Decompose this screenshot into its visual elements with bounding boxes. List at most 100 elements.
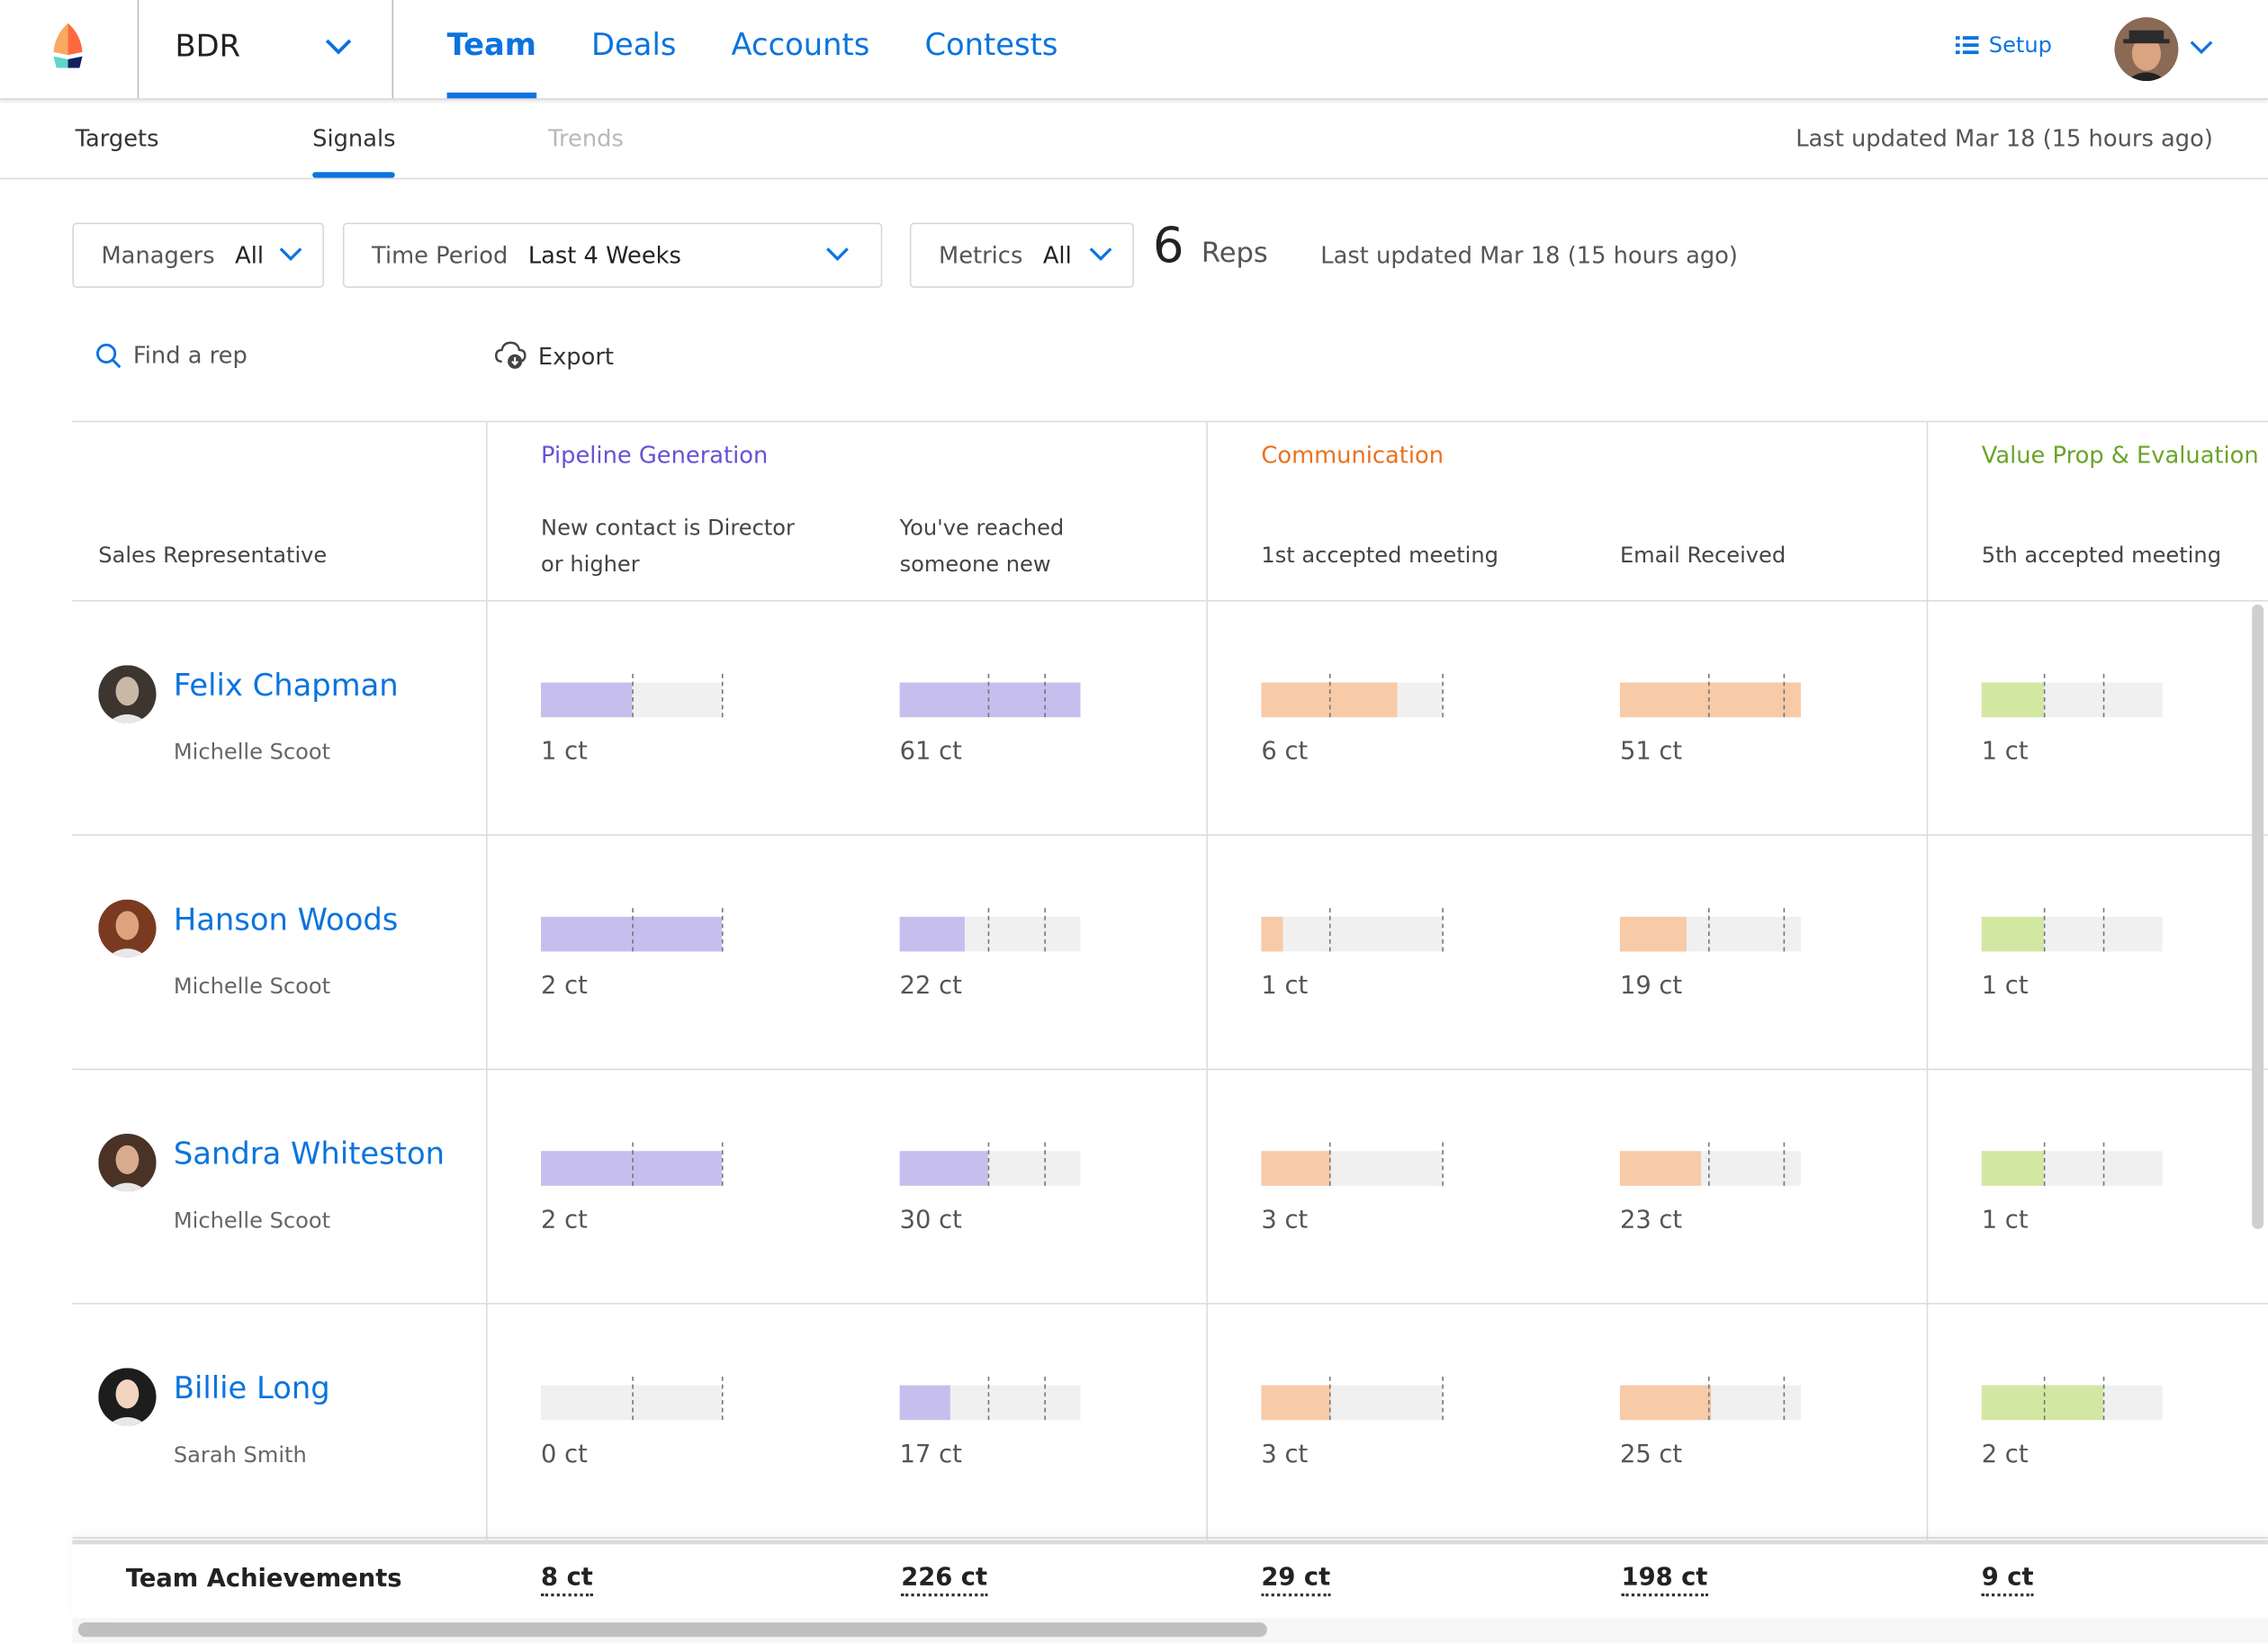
progress-bar-fill bbox=[1619, 1151, 1702, 1186]
horizontal-scrollbar[interactable] bbox=[72, 1618, 2268, 1643]
progress-bar bbox=[541, 1142, 724, 1186]
progress-bar-fill bbox=[1261, 916, 1283, 952]
team-total[interactable]: 226 ct bbox=[901, 1565, 988, 1597]
top-navigation-bar: BDR Team Deals Accounts Contests Setup bbox=[0, 0, 2268, 100]
app-root: BDR Team Deals Accounts Contests Setup T… bbox=[0, 0, 2268, 1643]
metric-header[interactable]: 5th accepted meeting bbox=[1982, 538, 2221, 574]
progress-bar bbox=[1619, 908, 1801, 952]
metric-value: 23 ct bbox=[1619, 1206, 1683, 1235]
time-period-filter-label: Time Period bbox=[372, 241, 508, 269]
filters-last-updated: Last updated Mar 18 (15 hours ago) bbox=[1320, 241, 1738, 269]
nav-tab-contests[interactable]: Contests bbox=[924, 0, 1058, 98]
target-marker bbox=[1328, 673, 1331, 718]
reps-count-number: 6 bbox=[1152, 217, 1184, 275]
chevron-down-icon bbox=[826, 247, 849, 261]
target-marker bbox=[721, 673, 724, 718]
nav-tab-accounts[interactable]: Accounts bbox=[732, 0, 870, 98]
team-total[interactable]: 8 ct bbox=[541, 1565, 593, 1597]
rep-avatar bbox=[98, 665, 157, 723]
target-marker bbox=[1044, 1376, 1046, 1421]
rep-name-link[interactable]: Billie Long bbox=[174, 1371, 330, 1406]
progress-bar bbox=[899, 1142, 1081, 1186]
team-total[interactable]: 198 ct bbox=[1621, 1565, 1708, 1597]
target-marker bbox=[631, 908, 634, 952]
progress-bar bbox=[1981, 1376, 2163, 1421]
rep-avatar bbox=[98, 899, 157, 957]
progress-bar bbox=[1619, 1142, 1801, 1186]
rep-name-link[interactable]: Sandra Whiteston bbox=[174, 1136, 445, 1172]
metric-value: 1 ct bbox=[1981, 737, 2029, 767]
progress-bar bbox=[899, 1376, 1081, 1421]
team-total[interactable]: 29 ct bbox=[1261, 1565, 1331, 1597]
setup-button[interactable]: Setup bbox=[1955, 31, 2052, 58]
metric-header[interactable]: New contact is Director or higher bbox=[541, 510, 801, 582]
export-label: Export bbox=[537, 342, 615, 370]
metric-cell: 2 ct bbox=[541, 1142, 724, 1234]
table-row: Hanson Woods Michelle Scoot 2 ct 22 ct 1… bbox=[72, 836, 2268, 1071]
nav-tab-team[interactable]: Team bbox=[446, 0, 536, 99]
rep-column-header[interactable]: Sales Representative bbox=[98, 538, 327, 574]
managers-filter-value: All bbox=[235, 241, 264, 269]
metric-value: 2 ct bbox=[541, 1206, 588, 1235]
team-achievements-label: Team Achievements bbox=[125, 1564, 402, 1594]
target-marker bbox=[631, 673, 634, 718]
metric-value: 25 ct bbox=[1619, 1440, 1683, 1469]
sailboat-logo-icon[interactable] bbox=[50, 22, 87, 69]
target-marker bbox=[1782, 673, 1785, 718]
subtab-trends: Trends bbox=[548, 124, 624, 152]
target-marker bbox=[1044, 908, 1046, 952]
main-nav: Team Deals Accounts Contests bbox=[446, 0, 1058, 99]
target-marker bbox=[1782, 908, 1785, 952]
metric-value: 22 ct bbox=[899, 971, 962, 1001]
target-marker bbox=[1328, 1142, 1331, 1186]
progress-bar bbox=[541, 908, 724, 952]
metric-value: 6 ct bbox=[1261, 737, 1309, 767]
metric-value: 3 ct bbox=[1261, 1206, 1309, 1235]
rep-photo-icon bbox=[98, 1368, 157, 1426]
team-total[interactable]: 9 ct bbox=[1981, 1565, 2034, 1597]
target-marker bbox=[2102, 673, 2104, 718]
user-avatar[interactable] bbox=[2114, 17, 2179, 81]
target-marker bbox=[1708, 1142, 1710, 1186]
metric-cell: 3 ct bbox=[1261, 1376, 1444, 1469]
metric-value: 17 ct bbox=[899, 1440, 962, 1469]
target-marker bbox=[2102, 1376, 2104, 1421]
progress-bar-fill bbox=[1619, 1385, 1711, 1421]
search-icon bbox=[96, 343, 122, 368]
progress-bar-fill bbox=[1981, 916, 2044, 952]
metric-cell: 25 ct bbox=[1619, 1376, 1801, 1469]
progress-bar bbox=[899, 908, 1081, 952]
metrics-filter[interactable]: Metrics All bbox=[909, 222, 1134, 288]
rep-name-link[interactable]: Hanson Woods bbox=[174, 902, 399, 938]
target-marker bbox=[1328, 1376, 1331, 1421]
team-selector[interactable]: BDR bbox=[139, 0, 392, 98]
metric-header[interactable]: Email Received bbox=[1620, 538, 1786, 574]
export-button[interactable]: Export bbox=[495, 341, 614, 370]
time-period-filter[interactable]: Time Period Last 4 Weeks bbox=[342, 222, 883, 288]
subtab-targets[interactable]: Targets bbox=[76, 124, 159, 152]
progress-bar bbox=[1981, 1142, 2163, 1186]
target-marker bbox=[2043, 908, 2045, 952]
table-row: Sandra Whiteston Michelle Scoot 2 ct 30 … bbox=[72, 1070, 2268, 1305]
progress-bar bbox=[899, 673, 1081, 718]
find-rep-search[interactable]: Find a rep bbox=[95, 341, 248, 369]
metric-value: 3 ct bbox=[1261, 1440, 1309, 1469]
target-marker bbox=[988, 1376, 990, 1421]
progress-bar bbox=[1261, 1142, 1444, 1186]
subtab-signals[interactable]: Signals bbox=[312, 124, 397, 178]
metric-cell: 51 ct bbox=[1619, 673, 1801, 767]
horizontal-scrollbar-thumb[interactable] bbox=[77, 1622, 1267, 1638]
metric-value: 30 ct bbox=[899, 1206, 962, 1235]
progress-bar-fill bbox=[899, 1385, 950, 1421]
chevron-down-icon[interactable] bbox=[2190, 40, 2213, 55]
nav-tab-deals[interactable]: Deals bbox=[591, 0, 676, 98]
vertical-scrollbar[interactable] bbox=[2252, 604, 2264, 1230]
metric-header[interactable]: 1st accepted meeting bbox=[1261, 538, 1498, 574]
target-marker bbox=[1708, 673, 1710, 718]
managers-filter[interactable]: Managers All bbox=[72, 222, 324, 288]
progress-bar bbox=[541, 1376, 724, 1421]
metric-header[interactable]: You've reached someone new bbox=[900, 510, 1088, 582]
target-marker bbox=[2102, 908, 2104, 952]
metric-cell: 30 ct bbox=[899, 1142, 1081, 1234]
rep-name-link[interactable]: Felix Chapman bbox=[174, 668, 399, 703]
